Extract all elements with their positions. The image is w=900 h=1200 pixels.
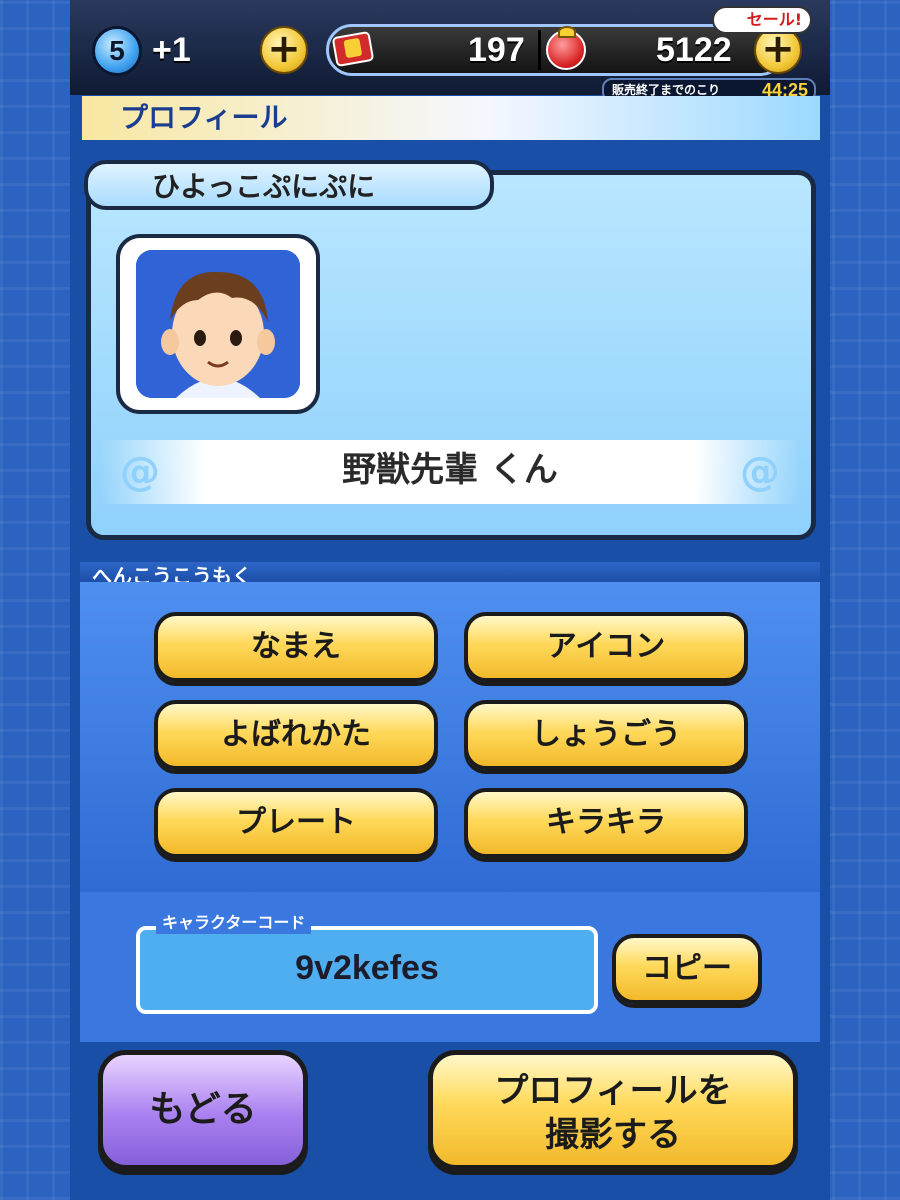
edit-title-button[interactable]: しょうごう (464, 700, 748, 770)
boy-avatar-icon (136, 250, 300, 398)
name-tab: ひよっこぷにぷに (84, 160, 494, 210)
edit-sparkle-button[interactable]: キラキラ (464, 788, 748, 858)
coin-bag-icon (546, 26, 586, 70)
character-code-value: 9v2kefes (295, 949, 439, 987)
character-code-label: キャラクターコード (156, 912, 312, 934)
page-title: プロフィール (120, 101, 288, 134)
level-value: 5 (109, 35, 125, 66)
copy-button[interactable]: コピー (612, 934, 762, 1004)
coin-count: 5122 (656, 31, 732, 69)
back-button[interactable]: もどる (98, 1050, 308, 1170)
ticket-count: 197 (468, 31, 525, 69)
edit-plate-button[interactable]: プレート (154, 788, 438, 858)
sale-badge[interactable]: セール! (712, 6, 812, 34)
capture-line-1: プロフィールを (494, 1071, 732, 1111)
stamina-bonus: +1 (152, 31, 191, 69)
player-name: ひよっこぷにぷに (152, 170, 376, 203)
level-badge: 5 (92, 26, 142, 76)
add-stamina-button[interactable]: + (260, 26, 308, 74)
nickname: 野獣先輩 くん (342, 450, 558, 490)
edit-callname-button[interactable]: よばれかた (154, 700, 438, 770)
divider (538, 30, 541, 70)
sale-badge-text: セール! (746, 10, 802, 29)
nickname-band: @ @ 野獣先輩 くん (100, 440, 800, 504)
avatar (116, 234, 320, 414)
edit-icon-button[interactable]: アイコン (464, 612, 748, 682)
edit-name-button[interactable]: なまえ (154, 612, 438, 682)
capture-profile-button[interactable]: プロフィールを 撮影する (428, 1050, 798, 1170)
capture-line-2: 撮影する (545, 1115, 681, 1155)
